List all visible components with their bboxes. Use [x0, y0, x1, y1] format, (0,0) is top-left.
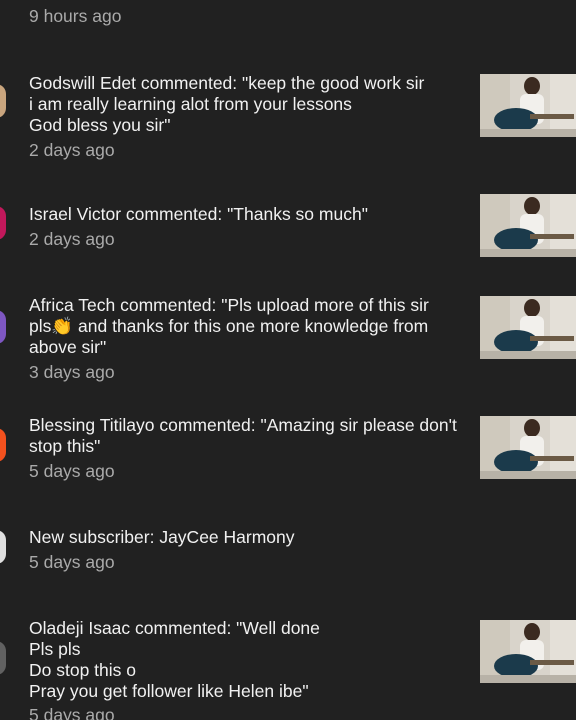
notification-text: Oladeji Isaac commented: "Well done Pls … — [29, 618, 320, 701]
guitar-video-thumbnail — [480, 620, 576, 683]
notification-text: Africa Tech commented: "Pls upload more … — [29, 295, 429, 357]
video-thumbnail[interactable] — [480, 296, 576, 359]
notification-item[interactable]: Africa Tech commented: "Pls upload more … — [0, 292, 576, 392]
notification-item[interactable]: New subscriber: JayCee Harmony 5 days ag… — [0, 526, 576, 586]
notification-item[interactable]: Blessing Titilayo commented: "Amazing si… — [0, 414, 576, 494]
notification-item[interactable]: Israel Victor commented: "Thanks so much… — [0, 192, 576, 262]
commenter-avatar — [0, 428, 6, 462]
notification-time: 9 hours ago — [29, 6, 122, 26]
notifications-feed: 9 hours ago Godswill Edet commented: "ke… — [0, 0, 576, 720]
subscriber-avatar — [0, 530, 6, 564]
notification-time: 2 days ago — [29, 140, 115, 160]
notification-time: 3 days ago — [29, 362, 115, 382]
video-thumbnail[interactable] — [480, 416, 576, 479]
commenter-avatar — [0, 84, 6, 118]
guitar-video-thumbnail — [480, 194, 576, 257]
notification-item[interactable]: Oladeji Isaac commented: "Well done Pls … — [0, 617, 576, 720]
guitar-video-thumbnail — [480, 296, 576, 359]
guitar-video-thumbnail — [480, 74, 576, 137]
notification-text: Blessing Titilayo commented: "Amazing si… — [29, 415, 457, 456]
video-thumbnail[interactable] — [480, 620, 576, 683]
notification-item[interactable]: Godswill Edet commented: "keep the good … — [0, 70, 576, 170]
notification-text: New subscriber: JayCee Harmony — [29, 527, 295, 547]
guitar-video-thumbnail — [480, 416, 576, 479]
notification-text: Godswill Edet commented: "keep the good … — [29, 73, 425, 135]
commenter-avatar — [0, 641, 6, 675]
notification-time: 5 days ago — [29, 461, 115, 481]
notification-time: 5 days ago — [29, 705, 115, 720]
notification-time: 2 days ago — [29, 229, 115, 249]
notification-time: 5 days ago — [29, 552, 115, 572]
video-thumbnail[interactable] — [480, 74, 576, 137]
video-thumbnail[interactable] — [480, 194, 576, 257]
commenter-avatar — [0, 206, 6, 240]
notification-text: Israel Victor commented: "Thanks so much… — [29, 204, 368, 224]
commenter-avatar — [0, 310, 6, 344]
notification-item[interactable]: 9 hours ago — [0, 0, 576, 40]
